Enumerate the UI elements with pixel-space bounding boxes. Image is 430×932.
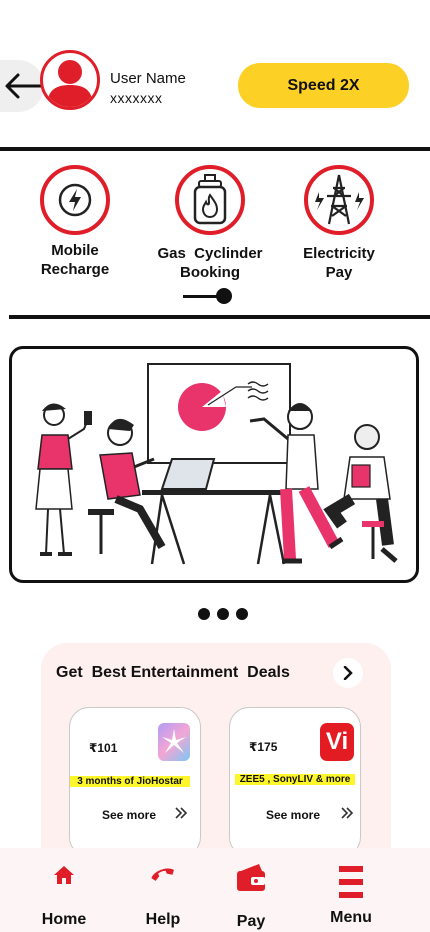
service-label-line2: Pay bbox=[325, 264, 353, 281]
deals-next-button[interactable] bbox=[333, 658, 363, 688]
see-more-link[interactable]: See more bbox=[102, 808, 156, 822]
user-avatar-icon[interactable] bbox=[40, 50, 100, 110]
jiohotstar-logo-icon bbox=[158, 723, 190, 761]
lightning-bolt-icon bbox=[58, 183, 92, 217]
wallet-card-icon bbox=[237, 864, 265, 891]
arrow-left-icon bbox=[5, 73, 44, 99]
back-button[interactable] bbox=[0, 60, 44, 112]
carousel-dot[interactable] bbox=[236, 608, 248, 620]
nav-label: Help bbox=[145, 911, 181, 928]
service-label-line2: Booking bbox=[180, 264, 240, 281]
phone-icon bbox=[151, 868, 174, 881]
team-meeting-illustration bbox=[35, 363, 398, 565]
vi-logo-icon: Vi bbox=[320, 723, 354, 761]
see-more-link[interactable]: See more bbox=[266, 808, 320, 822]
offer-price: ₹175 bbox=[249, 740, 278, 754]
gas-cylinder-icon bbox=[193, 174, 227, 225]
service-mobile-recharge[interactable]: Mobile Recharge bbox=[15, 165, 135, 279]
service-label-line1: Gas Cyclinder bbox=[157, 245, 263, 262]
offer-card[interactable]: ₹175 Vi ZEE5 , SonyLIV & more See more bbox=[229, 707, 361, 857]
nav-label: Home bbox=[41, 911, 87, 928]
nav-label: Menu bbox=[330, 909, 372, 926]
chevron-right-icon bbox=[343, 666, 353, 680]
nav-label: Pay bbox=[236, 913, 266, 930]
offer-tag: 3 months of JioHostar bbox=[70, 776, 190, 787]
nav-pay[interactable]: Pay bbox=[211, 863, 291, 931]
service-gas-booking[interactable]: Gas Cyclinder Booking bbox=[150, 165, 270, 282]
offer-card[interactable]: ₹101 3 months of JioHostar See more bbox=[69, 707, 201, 857]
nav-menu[interactable]: Menu bbox=[311, 866, 391, 927]
power-tower-icon bbox=[315, 174, 364, 225]
home-icon bbox=[54, 866, 74, 884]
divider-bottom bbox=[9, 315, 430, 319]
speed-button[interactable]: Speed 2X bbox=[238, 63, 409, 108]
hamburger-menu-icon bbox=[339, 866, 363, 898]
promo-banner[interactable] bbox=[9, 346, 419, 583]
offer-tag: ZEE5 , SonyLIV & more bbox=[235, 774, 355, 785]
service-electricity-pay[interactable]: Electricity Pay bbox=[279, 165, 399, 282]
service-label-line1: Mobile bbox=[51, 242, 99, 259]
nav-home[interactable]: Home bbox=[24, 864, 104, 929]
service-label-line1: Electricity bbox=[303, 245, 375, 262]
service-label-line2: Recharge bbox=[40, 261, 110, 278]
divider-top bbox=[0, 147, 430, 151]
carousel-dot[interactable] bbox=[217, 608, 229, 620]
double-chevron-right-icon[interactable] bbox=[340, 806, 354, 820]
double-chevron-right-icon[interactable] bbox=[174, 806, 188, 820]
nav-help[interactable]: Help bbox=[123, 864, 203, 929]
carousel-dot[interactable] bbox=[198, 608, 210, 620]
offer-price: ₹101 bbox=[89, 741, 118, 755]
deals-title: Get Best Entertainment Deals bbox=[56, 664, 290, 681]
user-name: User Name bbox=[110, 70, 186, 87]
services-scroll-handle[interactable] bbox=[216, 288, 232, 304]
user-id: xxxxxxx bbox=[110, 90, 163, 106]
